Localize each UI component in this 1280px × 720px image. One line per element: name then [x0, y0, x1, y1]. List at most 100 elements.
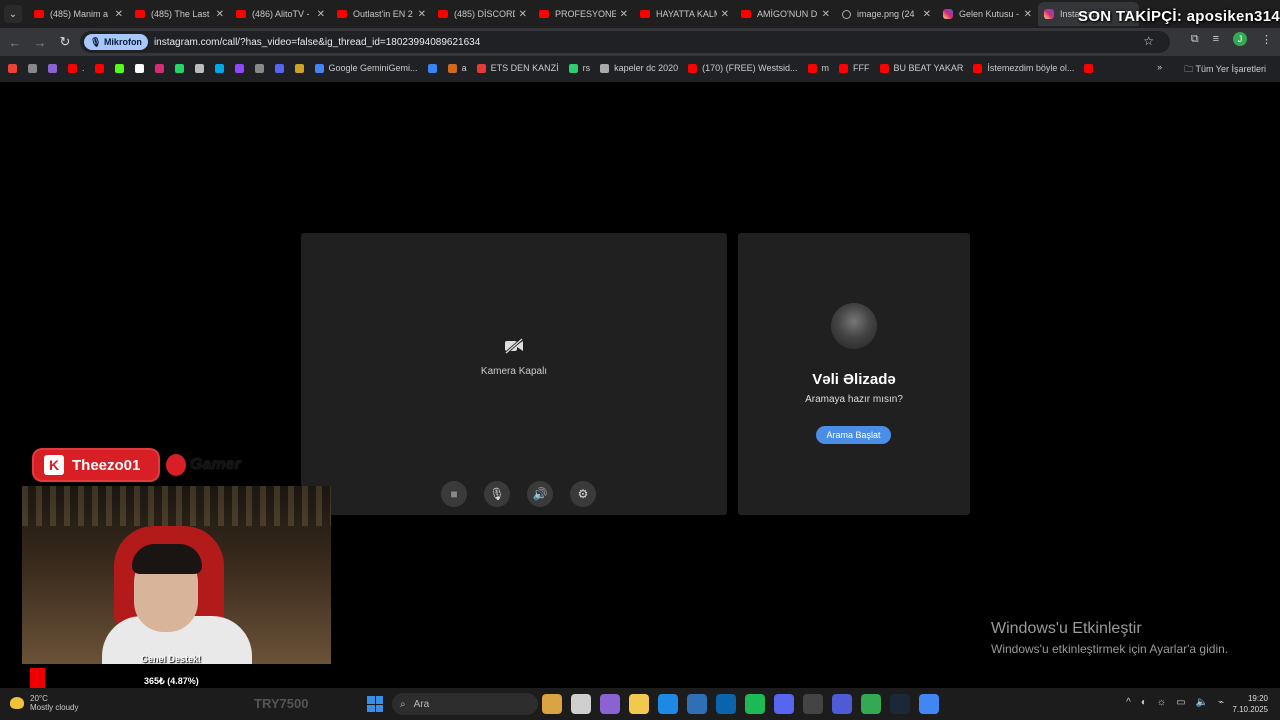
- tab-close-icon[interactable]: ✕: [418, 9, 426, 20]
- tab-close-icon[interactable]: ✕: [317, 9, 325, 20]
- clock[interactable]: 19:20 7.10.2025: [1232, 693, 1268, 715]
- bookmark-item[interactable]: [174, 63, 189, 73]
- forward-arrow-icon[interactable]: →: [29, 31, 51, 53]
- bookmark-favicon-icon: [254, 63, 264, 73]
- browser-tab[interactable]: (486) AlitoTV - ✕: [230, 2, 331, 26]
- speaker-icon[interactable]: 🔊: [527, 481, 553, 507]
- bookmark-item[interactable]: [1084, 63, 1098, 73]
- bookmark-item[interactable]: [94, 63, 109, 73]
- bookmark-item[interactable]: [214, 63, 229, 73]
- folder-icon[interactable]: [629, 694, 649, 714]
- donation-amount: 365₺ (4.87%): [144, 676, 199, 686]
- spotify-icon[interactable]: [745, 694, 765, 714]
- copilot-icon[interactable]: [600, 694, 620, 714]
- browser-tab[interactable]: HAYATTA KALM ✕: [634, 2, 735, 26]
- bookmark-item[interactable]: FFF: [839, 63, 870, 73]
- network-icon[interactable]: ⌁: [1218, 697, 1224, 708]
- more-bookmarks-chevron-icon[interactable]: »: [1157, 62, 1162, 78]
- reload-icon[interactable]: ↻: [54, 31, 76, 53]
- browser-tab[interactable]: Gelen Kutusu - ✕: [937, 2, 1038, 26]
- settings-gear-icon[interactable]: ⚙: [570, 481, 596, 507]
- tab-close-icon[interactable]: ✕: [216, 9, 224, 20]
- tray-app-icon[interactable]: ◐: [1141, 697, 1147, 708]
- weather-widget[interactable]: 20°C Mostly cloudy: [10, 694, 78, 712]
- address-bar: ← → ↻ 🎙 Mikrofon instagram.com/call/?has…: [0, 28, 1280, 56]
- bookmark-item[interactable]: [28, 63, 42, 73]
- bookmark-star-icon[interactable]: ☆: [1143, 34, 1154, 48]
- bookmark-item[interactable]: .: [68, 63, 85, 73]
- bookmark-item[interactable]: Google GeminiGemi...: [314, 63, 418, 73]
- url-text[interactable]: instagram.com/call/?has_video=false&ig_t…: [154, 37, 480, 48]
- browser-tab[interactable]: (485) DİSCORD ✕: [432, 2, 533, 26]
- bookmark-item[interactable]: [234, 63, 249, 73]
- bookmark-item[interactable]: (170) (FREE) Westsid...: [688, 63, 798, 73]
- app-icon[interactable]: [832, 694, 852, 714]
- extensions-icon[interactable]: ⧉: [1191, 33, 1199, 46]
- bookmark-item[interactable]: [154, 63, 169, 73]
- peer-panel: Vəli Əlizadə Aramaya hazır mısın? Arama …: [738, 233, 970, 515]
- media-controls-icon[interactable]: ≡: [1213, 33, 1219, 45]
- omnibox[interactable]: 🎙 Mikrofon instagram.com/call/?has_video…: [80, 31, 1170, 53]
- video-toggle-icon[interactable]: ■: [441, 481, 467, 507]
- bookmark-item[interactable]: İstemezdim böyle ol...: [973, 63, 1074, 73]
- chrome-canary-icon[interactable]: [861, 694, 881, 714]
- bookmark-item[interactable]: [294, 63, 309, 73]
- tab-close-icon[interactable]: ✕: [923, 9, 931, 20]
- bookmark-item[interactable]: [48, 63, 62, 73]
- bookmark-item[interactable]: [8, 63, 22, 73]
- bookmark-item[interactable]: m: [807, 63, 829, 73]
- tab-close-icon[interactable]: ✕: [519, 9, 527, 20]
- youtube-favicon-icon: [236, 10, 246, 18]
- weather-desc: Mostly cloudy: [30, 703, 79, 712]
- browser-tab[interactable]: (485) Manim a ✕: [28, 2, 129, 26]
- bookmark-item[interactable]: [194, 63, 209, 73]
- back-arrow-icon[interactable]: ←: [4, 31, 26, 53]
- tab-close-icon[interactable]: ✕: [1024, 9, 1032, 20]
- menu-kebab-icon[interactable]: ⋮: [1261, 33, 1272, 46]
- volume-icon[interactable]: 🔈: [1196, 697, 1208, 708]
- windows-start-icon[interactable]: [367, 696, 383, 712]
- bookmark-item[interactable]: [134, 63, 149, 73]
- bookmark-item[interactable]: [254, 63, 269, 73]
- bookmark-item[interactable]: [427, 63, 442, 73]
- browser-tab[interactable]: PROFESYONEL ✕: [533, 2, 634, 26]
- bookmark-item[interactable]: BU BEAT YAKAR: [879, 63, 963, 73]
- notes-app-icon[interactable]: [571, 694, 591, 714]
- tab-close-icon[interactable]: ✕: [721, 9, 729, 20]
- bookmark-item[interactable]: [274, 63, 289, 73]
- bookmark-favicon-icon: [1084, 63, 1094, 73]
- bookmark-item[interactable]: a: [447, 63, 467, 73]
- tray-chevron-icon[interactable]: ^: [1126, 697, 1131, 708]
- bookmark-item[interactable]: [114, 63, 129, 73]
- file-explorer-widget-icon[interactable]: [542, 694, 562, 714]
- steam-icon[interactable]: [890, 694, 910, 714]
- all-bookmarks-folder[interactable]: 🗀 Tüm Yer İşaretleri: [1184, 62, 1266, 78]
- bookmark-item[interactable]: ETS DEN KANZİ: [476, 63, 559, 73]
- youtube-favicon-icon: [640, 10, 650, 18]
- chrome-icon[interactable]: [919, 694, 939, 714]
- tray-light-icon[interactable]: ☼: [1157, 697, 1166, 708]
- browser-tab[interactable]: AMİGO'NUN D ✕: [735, 2, 836, 26]
- microphone-permission-chip[interactable]: 🎙 Mikrofon: [84, 34, 148, 50]
- bookmark-favicon-icon: [154, 63, 164, 73]
- browser-tab[interactable]: image.png (24 ✕: [836, 2, 937, 26]
- browser-tab[interactable]: Outlast'in EN 2 ✕: [331, 2, 432, 26]
- tab-close-icon[interactable]: ✕: [822, 9, 830, 20]
- tab-search-chevron-icon[interactable]: ⌄: [4, 5, 22, 23]
- media-app-icon[interactable]: [803, 694, 823, 714]
- start-call-button[interactable]: Arama Başlat: [816, 426, 891, 444]
- taskbar-search[interactable]: ⌕ Ara: [392, 693, 538, 715]
- discord-icon[interactable]: [774, 694, 794, 714]
- bookmark-item[interactable]: rs: [568, 63, 590, 73]
- outlook-icon[interactable]: [716, 694, 736, 714]
- microphone-icon[interactable]: 🎙: [484, 481, 510, 507]
- display-icon[interactable]: ▭: [1176, 697, 1185, 708]
- browser-tab[interactable]: (485) The Last ✕: [129, 2, 230, 26]
- bookmark-favicon-icon: [48, 63, 57, 73]
- edge-browser-icon[interactable]: [658, 694, 678, 714]
- tab-close-icon[interactable]: ✕: [620, 9, 628, 20]
- tab-close-icon[interactable]: ✕: [115, 9, 123, 20]
- store-icon[interactable]: [687, 694, 707, 714]
- bookmark-item[interactable]: kapeler dc 2020: [600, 63, 678, 73]
- profile-avatar[interactable]: J: [1233, 32, 1247, 46]
